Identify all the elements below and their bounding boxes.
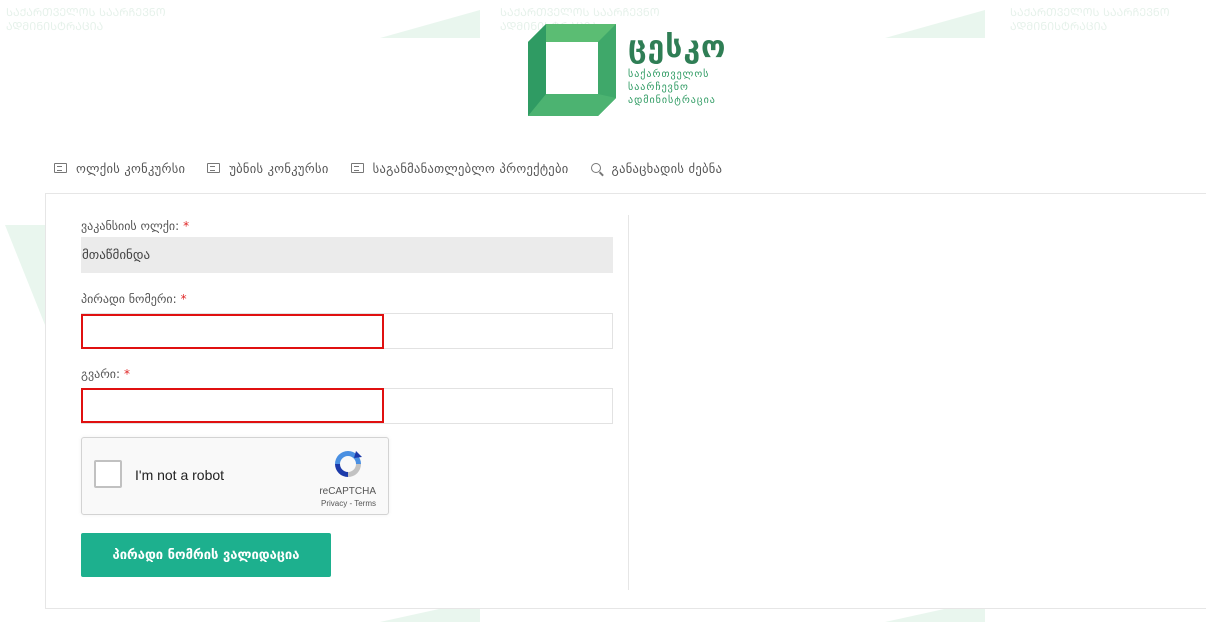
personal-number-label-text: პირადი ნომერი: (81, 292, 177, 306)
search-icon (590, 163, 601, 173)
required-mark: * (180, 292, 187, 306)
district-field: მთაწმინდა (81, 237, 613, 273)
nav-item-label: ოლქის კონკურსი (76, 160, 186, 176)
recaptcha-widget: I'm not a robot reCAPTCHA Privacy - Term… (81, 437, 389, 515)
personal-number-label: პირადი ნომერი: * (81, 292, 187, 306)
list-icon (54, 163, 67, 173)
surname-highlight (81, 388, 384, 423)
validate-personal-number-button[interactable]: პირადი ნომრის ვალიდაცია (81, 533, 331, 577)
bg-watermark-text: ᲡᲐᲥᲐᲠᲗᲕᲔᲚᲝᲡ ᲡᲐᲐᲠᲩᲔᲕᲜᲝᲐᲓᲛᲘᲜᲘᲡᲢᲠᲐᲪᲘᲐ (1010, 6, 1170, 33)
bg-decor-shape (380, 10, 480, 38)
logo-subtitle-line: საქართველოს (628, 69, 710, 80)
logo-mark-icon (528, 24, 616, 116)
panel-divider (628, 215, 629, 590)
recaptcha-brand: reCAPTCHA (319, 486, 376, 497)
list-icon (350, 163, 364, 173)
surname-label-text: გვარი: (81, 367, 121, 381)
recaptcha-checkbox[interactable] (94, 460, 122, 488)
nav-item-application-search[interactable]: განაცხადის ძებნა (590, 160, 723, 176)
nav-item-precinct-contest[interactable]: უბნის კონკურსი (207, 161, 328, 176)
district-label-text: ვაკანსიის ოლქი: (81, 219, 180, 233)
main-nav: ოლქის კონკურსი უბნის კონკურსი საგანმანათ… (54, 158, 744, 178)
surname-label: გვარი: * (81, 367, 130, 381)
logo-subtitle: საქართველოს საარჩევნო ადმინისტრაცია (628, 68, 716, 107)
logo-title: ცესკო (628, 30, 727, 65)
bg-decor-shape (5, 225, 45, 325)
recaptcha-terms-link[interactable]: Privacy - Terms (321, 499, 376, 508)
bg-decor-shape (885, 10, 985, 38)
personal-number-highlight (81, 314, 384, 349)
nav-item-label: უბნის კონკურსი (229, 160, 329, 176)
logo-subtitle-line: ადმინისტრაცია (628, 95, 716, 106)
district-value: მთაწმინდა (82, 247, 151, 263)
nav-item-district-contest[interactable]: ოლქის კონკურსი (54, 161, 185, 176)
nav-item-label: საგანმანათლებლო პროექტები (372, 160, 569, 176)
bg-watermark-text: ᲡᲐᲥᲐᲠᲗᲕᲔᲚᲝᲡ ᲡᲐᲐᲠᲩᲔᲕᲜᲝᲐᲓᲛᲘᲜᲘᲡᲢᲠᲐᲪᲘᲐ (6, 6, 166, 33)
site-logo[interactable]: ცესკო საქართველოს საარჩევნო ადმინისტრაცი… (528, 24, 748, 116)
required-mark: * (124, 367, 131, 381)
recaptcha-label: I'm not a robot (135, 467, 225, 483)
nav-item-label: განაცხადის ძებნა (611, 160, 723, 176)
required-mark: * (183, 219, 190, 233)
list-icon (207, 163, 221, 173)
district-label: ვაკანსიის ოლქი: * (81, 219, 189, 233)
recaptcha-logo-icon (335, 451, 362, 477)
nav-item-educational-projects[interactable]: საგანმანათლებლო პროექტები (350, 160, 569, 176)
logo-subtitle-line: საარჩევნო (628, 82, 689, 93)
